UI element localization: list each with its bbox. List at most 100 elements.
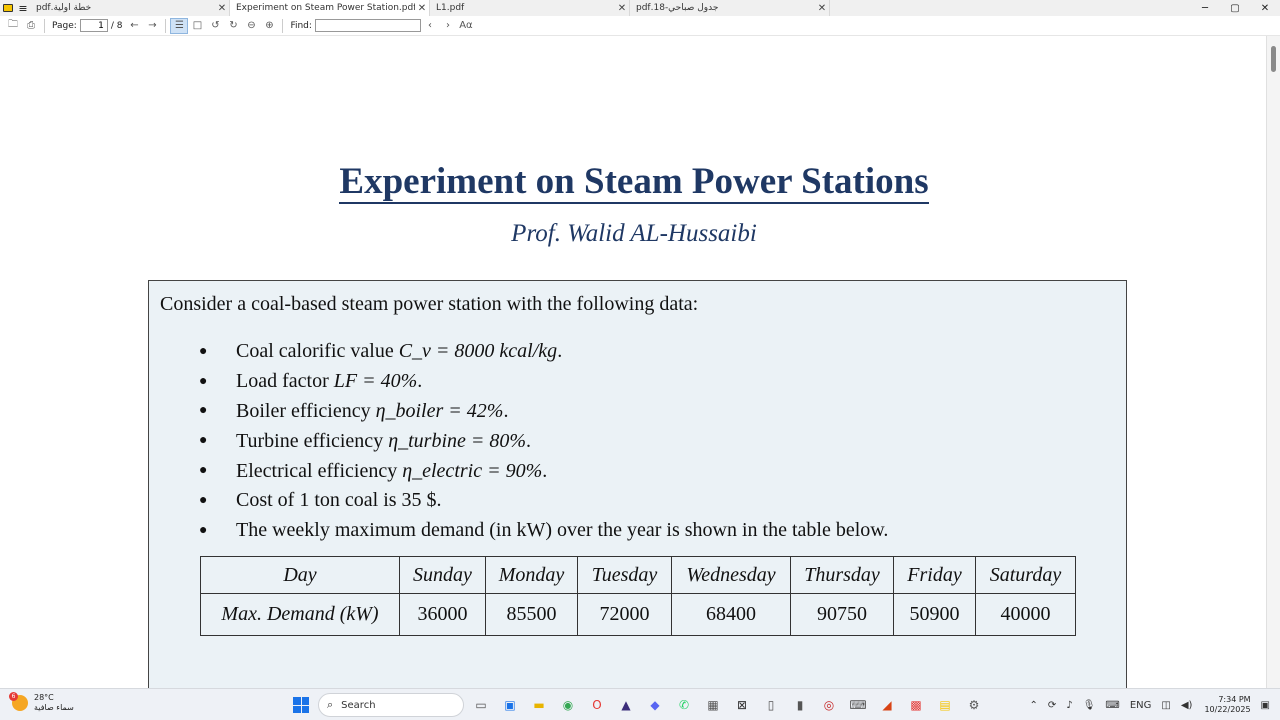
tab-label: خطة اولية.pdf bbox=[36, 3, 92, 13]
tab-3[interactable]: جدول صباحي-18.pdf ✕ bbox=[630, 0, 830, 16]
single-page-view-icon[interactable]: □ bbox=[188, 18, 206, 34]
table-header-cell: Sunday bbox=[399, 556, 486, 594]
weather-description: سماء صافية bbox=[34, 703, 74, 712]
table-cell: 40000 bbox=[975, 593, 1076, 636]
table-header-cell: Saturday bbox=[975, 556, 1076, 594]
continuous-view-icon[interactable]: ☰ bbox=[170, 17, 189, 34]
proton-vpn-icon[interactable]: ▲ bbox=[615, 695, 637, 715]
keyboard-icon[interactable]: ⌨ bbox=[847, 695, 869, 715]
discord-icon[interactable]: ◆ bbox=[644, 695, 666, 715]
find-next-icon[interactable]: › bbox=[439, 18, 457, 34]
table-header-row: Day Sunday Monday Tuesday Wednesday Thur… bbox=[200, 556, 1076, 594]
chrome-icon[interactable]: ◉ bbox=[557, 695, 579, 715]
table-header-cell: Friday bbox=[893, 556, 976, 594]
table-cell: 90750 bbox=[790, 593, 894, 636]
sync-icon[interactable]: ⟳ bbox=[1048, 700, 1056, 711]
tab-bar: ≡ خطة اولية.pdf ✕ Experiment on Steam Po… bbox=[0, 0, 1280, 16]
divider bbox=[44, 18, 45, 33]
find-label: Find: bbox=[290, 20, 312, 31]
find-previous-icon[interactable]: ‹ bbox=[421, 18, 439, 34]
vertical-scrollbar[interactable] bbox=[1266, 36, 1280, 688]
phone-icon[interactable]: ▮ bbox=[789, 695, 811, 715]
task-view-icon[interactable]: ▭ bbox=[470, 695, 492, 715]
tab-2[interactable]: L1.pdf ✕ bbox=[430, 0, 630, 16]
app-icon[interactable]: ▦ bbox=[702, 695, 724, 715]
next-page-icon[interactable]: → bbox=[143, 18, 161, 34]
tab-1[interactable]: Experiment on Steam Power Station.pdf ✕ bbox=[230, 0, 430, 16]
open-folder-icon[interactable]: 🗀 bbox=[4, 18, 22, 34]
tab-0[interactable]: خطة اولية.pdf ✕ bbox=[30, 0, 230, 16]
notification-badge: 6 bbox=[9, 692, 18, 701]
scrollbar-thumb[interactable] bbox=[1271, 46, 1276, 72]
weather-widget[interactable]: 6 28°C سماء صافية bbox=[9, 692, 74, 713]
table-header-cell: Wednesday bbox=[671, 556, 791, 594]
table-cell: 50900 bbox=[893, 593, 976, 636]
keyboard-icon[interactable]: ⌨ bbox=[1105, 700, 1119, 711]
network-icon[interactable]: ◫ bbox=[1161, 700, 1170, 711]
taskbar-search[interactable]: ⌕ Search bbox=[318, 693, 464, 717]
pinned-apps: ▭ ▣ ▬ ◉ O ▲ ◆ ✆ ▦ ⊠ ▯ ▮ ◎ ⌨ ◢ ▩ ▤ ⚙ bbox=[470, 695, 992, 715]
close-window-icon[interactable]: ✕ bbox=[1250, 0, 1280, 16]
rotate-right-icon[interactable]: ↻ bbox=[224, 18, 242, 34]
hamburger-menu-icon[interactable]: ≡ bbox=[16, 0, 30, 16]
find-input[interactable] bbox=[314, 19, 421, 32]
document-author: Prof. Walid AL-Hussaibi bbox=[511, 220, 757, 247]
app-icon[interactable]: ▩ bbox=[905, 695, 927, 715]
previous-page-icon[interactable]: ← bbox=[125, 18, 143, 34]
data-bullet-list: ● Coal calorific value C_v = 8000 kcal/kg… bbox=[199, 337, 888, 546]
maximize-icon[interactable]: ▢ bbox=[1220, 0, 1250, 16]
sumatra-pdf-icon[interactable]: ▤ bbox=[934, 695, 956, 715]
app-icon[interactable]: ⊠ bbox=[731, 695, 753, 715]
table-cell: 72000 bbox=[577, 593, 672, 636]
close-tab-icon[interactable]: ✕ bbox=[215, 3, 229, 14]
table-header-cell: Tuesday bbox=[577, 556, 672, 594]
notification-icon[interactable]: ▣ bbox=[1261, 700, 1270, 711]
whatsapp-icon[interactable]: ✆ bbox=[673, 695, 695, 715]
zoom-in-icon[interactable]: ⊕ bbox=[260, 18, 278, 34]
clock-time: 7:34 PM bbox=[1218, 695, 1251, 704]
close-tab-icon[interactable]: ✕ bbox=[815, 3, 829, 14]
match-case-button[interactable]: Aα bbox=[457, 18, 475, 34]
minimize-icon[interactable]: ─ bbox=[1190, 0, 1220, 16]
table-row-label: Max. Demand (kW) bbox=[200, 593, 400, 636]
toolbar: 🗀 ⎙ Page: / 8 ← → ☰ □ ↺ ↻ ⊖ ⊕ Find: ‹ › … bbox=[0, 16, 1280, 36]
list-item: ● Electrical efficiency η_electric = 90% … bbox=[199, 459, 548, 482]
weekly-demand-table: Day Sunday Monday Tuesday Wednesday Thur… bbox=[200, 556, 1076, 636]
volume-icon[interactable]: ◀) bbox=[1181, 700, 1193, 711]
divider bbox=[165, 18, 167, 33]
zoom-out-icon[interactable]: ⊖ bbox=[242, 18, 260, 34]
divider bbox=[282, 18, 284, 33]
opera-icon[interactable]: O bbox=[586, 695, 608, 715]
search-icon: ⌕ bbox=[327, 698, 334, 711]
microphone-icon[interactable]: 🎙 bbox=[1083, 700, 1096, 711]
page-label: Page: bbox=[52, 20, 77, 31]
page-number-input[interactable] bbox=[79, 19, 108, 32]
close-tab-icon[interactable]: ✕ bbox=[615, 3, 629, 14]
list-item: ● Coal calorific value C_v = 8000 kcal/kg… bbox=[199, 340, 563, 363]
page-total: / 8 bbox=[110, 20, 123, 31]
list-item: ● Boiler efficiency η_boiler = 42% . bbox=[199, 399, 509, 422]
store-icon[interactable]: ▣ bbox=[499, 695, 521, 715]
clock-date: 10/22/2025 bbox=[1204, 705, 1251, 714]
file-explorer-icon[interactable]: ▬ bbox=[528, 695, 550, 715]
intro-text: Consider a coal-based steam power statio… bbox=[160, 293, 699, 315]
windows-start-icon[interactable] bbox=[293, 697, 309, 713]
list-item: ● The weekly maximum demand (in kW) over … bbox=[199, 519, 889, 542]
app-icon[interactable]: ⚙ bbox=[963, 695, 985, 715]
tab-label: L1.pdf bbox=[436, 3, 465, 13]
problem-data-box: Consider a coal-based steam power statio… bbox=[148, 280, 1127, 688]
app-icon[interactable]: ◎ bbox=[818, 695, 840, 715]
sound-icon[interactable]: ♪ bbox=[1066, 700, 1072, 711]
list-item: ● Turbine efficiency η_turbine = 80% . bbox=[199, 429, 532, 452]
table-cell: 85500 bbox=[485, 593, 578, 636]
print-icon[interactable]: ⎙ bbox=[22, 18, 40, 34]
chevron-up-icon[interactable]: ⌃ bbox=[1030, 700, 1038, 711]
phone-link-icon[interactable]: ▯ bbox=[760, 695, 782, 715]
matlab-icon[interactable]: ◢ bbox=[876, 695, 898, 715]
document-viewer[interactable]: Experiment on Steam Power Stations Prof.… bbox=[0, 36, 1280, 688]
clock[interactable]: 7:34 PM 10/22/2025 bbox=[1204, 695, 1250, 715]
language-indicator[interactable]: ENG bbox=[1130, 700, 1152, 711]
close-tab-icon[interactable]: ✕ bbox=[415, 3, 429, 14]
rotate-left-icon[interactable]: ↺ bbox=[206, 18, 224, 34]
list-item: ● Load factor LF = 40% . bbox=[199, 370, 423, 393]
